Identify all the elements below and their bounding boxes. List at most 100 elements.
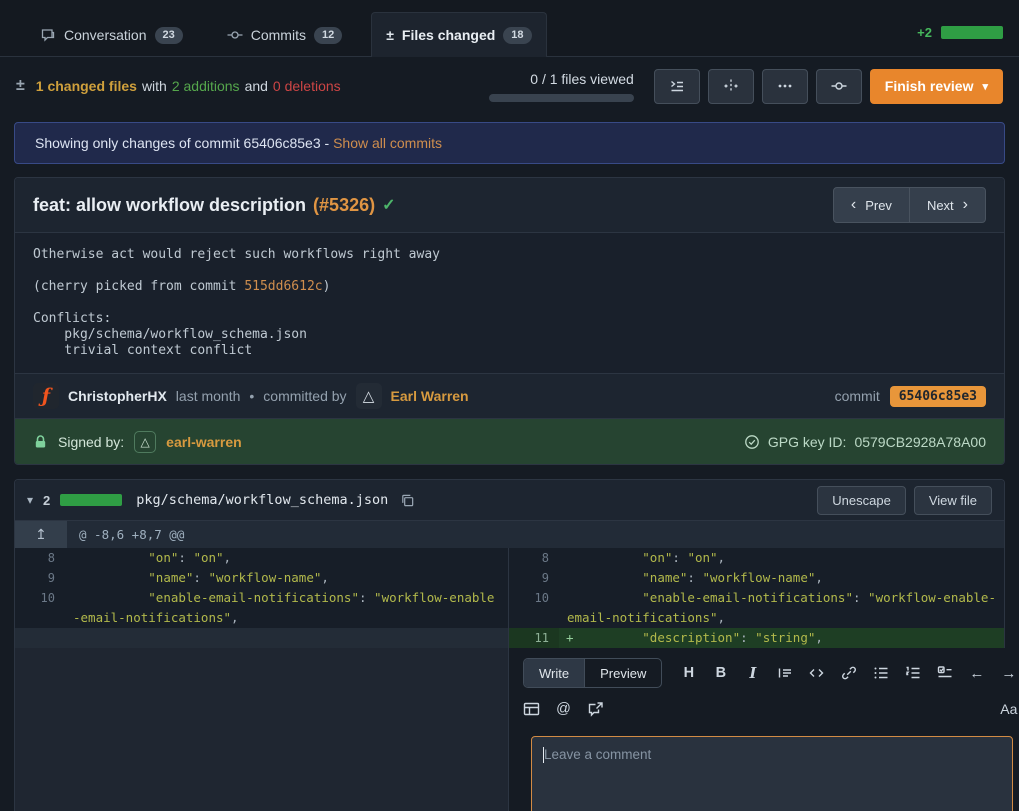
gpg-key-value: 0579CB2928A78A00 <box>854 434 986 450</box>
editor-toolbar-row2: @ Aa <box>523 701 1017 717</box>
link-icon[interactable] <box>840 665 857 681</box>
files-viewed-label: 0 / 1 files viewed <box>530 71 634 87</box>
view-file-button[interactable]: View file <box>914 486 992 515</box>
old-line-code: "name": "workflow-name", <box>65 568 508 588</box>
pr-reference-link[interactable]: (#5326) <box>313 195 375 216</box>
cherry-pick-text: (cherry picked from commit <box>33 279 244 294</box>
committed-by-label: committed by <box>263 388 346 404</box>
italic-icon[interactable]: I <box>744 665 761 682</box>
new-line-code: "name": "workflow-name", <box>559 568 1004 588</box>
author-avatar[interactable]: ƒ <box>33 383 59 409</box>
tab-commits[interactable]: Commits 12 <box>212 12 357 57</box>
conflicts-heading: Conflicts: <box>33 311 986 327</box>
ordered-list-icon[interactable] <box>904 665 921 681</box>
commit-title-header: feat: allow workflow description (#5326)… <box>15 178 1004 233</box>
write-tab[interactable]: Write <box>524 659 585 687</box>
inline-comment-left-spacer <box>15 648 509 811</box>
verified-icon <box>744 434 760 450</box>
format-tools: H B I <box>680 665 1017 682</box>
commit-description-box: feat: allow workflow description (#5326)… <box>14 177 1005 465</box>
dropdown-caret-icon: ▾ <box>982 80 988 93</box>
author-name[interactable]: ChristopherHX <box>68 388 167 404</box>
bold-icon[interactable]: B <box>712 665 729 681</box>
commit-icon <box>227 27 243 43</box>
signed-by-label: Signed by: <box>58 434 124 450</box>
commit-title-text: feat: allow workflow description <box>33 195 306 216</box>
conversation-icon <box>40 27 56 43</box>
diff-row: 8 "on": "on", 8 "on": "on", <box>15 548 1004 568</box>
quote-icon[interactable] <box>776 665 793 681</box>
finish-review-button[interactable]: Finish review ▾ <box>870 69 1003 104</box>
heading-icon[interactable]: H <box>680 665 697 681</box>
next-commit-button[interactable]: Next › <box>909 187 986 223</box>
committer-avatar[interactable]: △ <box>356 383 382 409</box>
cherry-pick-close: ) <box>323 279 331 294</box>
diffstat-bar <box>941 26 1003 39</box>
diffstat-additions: +2 <box>917 25 932 40</box>
new-line-number[interactable]: 9 <box>509 568 559 588</box>
new-line-number[interactable]: 11 <box>509 628 559 648</box>
diff-file-header: ▾ 2 pkg/schema/workflow_schema.json Unes… <box>15 480 1004 521</box>
undo-icon[interactable]: ← <box>968 665 985 682</box>
toolbar-actions: 0 / 1 files viewed Finish review ▾ <box>489 69 1003 104</box>
cherry-pick-line: (cherry picked from commit 515dd6612c) <box>33 279 986 295</box>
signer-avatar[interactable]: △ <box>134 431 156 453</box>
chevron-right-icon: › <box>963 197 968 213</box>
old-line-code: "on": "on", <box>65 548 508 568</box>
code-icon[interactable] <box>808 665 825 681</box>
diff-view-toggle-button[interactable] <box>708 69 754 104</box>
font-size-icon[interactable]: Aa <box>1000 701 1017 717</box>
conflict-note-line: trivial context conflict <box>33 343 986 359</box>
gpg-key-label: GPG key ID: <box>768 434 847 450</box>
new-line-number[interactable]: 8 <box>509 548 559 568</box>
more-options-button[interactable] <box>762 69 808 104</box>
files-viewed: 0 / 1 files viewed <box>489 71 634 102</box>
file-name[interactable]: pkg/schema/workflow_schema.json <box>136 492 388 508</box>
added-line-code: + "description": "string", <box>559 628 1004 648</box>
redo-icon[interactable]: → <box>1000 665 1017 682</box>
inline-comment-row: Write Preview H B I <box>15 648 1004 811</box>
commit-signature-row: Signed by: △ earl-warren GPG key ID: 057… <box>15 418 1004 464</box>
tab-files-changed[interactable]: ± Files changed 18 <box>371 12 546 57</box>
table-icon[interactable] <box>523 701 540 717</box>
collapse-file-icon[interactable]: ▾ <box>27 493 33 507</box>
preview-tab[interactable]: Preview <box>585 659 661 687</box>
signer-name[interactable]: earl-warren <box>166 434 241 450</box>
hunk-header-row: ↥ @ -8,6 +8,7 @@ <box>15 521 1004 548</box>
old-line-number[interactable]: 8 <box>15 548 65 568</box>
prev-commit-button[interactable]: ‹ Prev <box>833 187 910 223</box>
commit-message-body: Otherwise act would reject such workflow… <box>15 233 1004 373</box>
diffstat: +2 <box>917 25 1019 40</box>
hunk-header-text: @ -8,6 +8,7 @@ <box>67 521 184 548</box>
diff-row: 9 "name": "workflow-name", 9 "name": "wo… <box>15 568 1004 588</box>
banner-message: Showing only changes of commit 65406c85e… <box>35 135 329 151</box>
show-all-commits-link[interactable]: Show all commits <box>333 135 442 151</box>
unordered-list-icon[interactable] <box>872 665 889 681</box>
next-label: Next <box>927 198 954 213</box>
mention-icon[interactable]: @ <box>555 701 572 717</box>
task-list-icon[interactable] <box>936 665 953 681</box>
new-line-number[interactable]: 10 <box>509 588 559 628</box>
commit-select-button[interactable] <box>816 69 862 104</box>
committer-name[interactable]: Earl Warren <box>391 388 469 404</box>
text-caret <box>543 747 544 763</box>
unescape-button[interactable]: Unescape <box>817 486 906 515</box>
changed-files-count: 1 changed files <box>36 78 137 94</box>
commit-hash-badge[interactable]: 65406c85e3 <box>890 386 986 407</box>
comment-box-wrap <box>531 736 1013 811</box>
commit-time: last month <box>176 388 241 404</box>
copy-path-icon[interactable] <box>400 493 415 508</box>
expand-hunk-button[interactable]: ↥ <box>15 521 67 548</box>
lock-icon <box>33 434 48 450</box>
tab-commits-label: Commits <box>251 27 306 43</box>
success-check-icon: ✓ <box>382 195 395 215</box>
old-line-number[interactable]: 10 <box>15 588 65 628</box>
comment-input[interactable] <box>531 736 1013 811</box>
reference-icon[interactable] <box>587 701 604 717</box>
tab-conversation[interactable]: Conversation 23 <box>25 12 198 57</box>
old-line-number[interactable]: 9 <box>15 568 65 588</box>
cherry-pick-commit-link[interactable]: 515dd6612c <box>244 279 322 294</box>
file-tree-toggle-button[interactable] <box>654 69 700 104</box>
diff-row: 10 "enable-email-notifications": "workfl… <box>15 588 1004 628</box>
tab-files-changed-count: 18 <box>503 27 531 44</box>
